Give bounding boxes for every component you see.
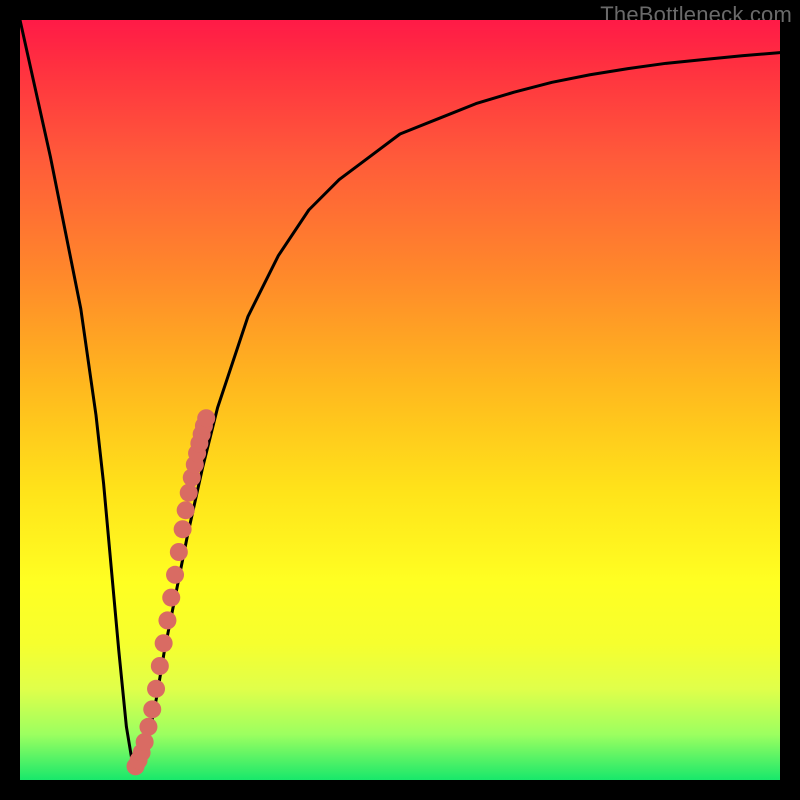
- highlight-dot: [151, 657, 169, 675]
- chart-svg: [20, 20, 780, 780]
- highlight-dot: [180, 484, 198, 502]
- highlight-dot: [158, 611, 176, 629]
- highlight-dot: [197, 409, 215, 427]
- highlight-dot: [147, 680, 165, 698]
- highlight-dot: [166, 566, 184, 584]
- highlight-dot: [170, 543, 188, 561]
- highlight-dot: [139, 718, 157, 736]
- bottleneck-curve: [20, 20, 780, 772]
- highlight-dots: [127, 409, 216, 775]
- highlight-dot: [143, 700, 161, 718]
- plot-area: [20, 20, 780, 780]
- highlight-dot: [177, 501, 195, 519]
- highlight-dot: [174, 520, 192, 538]
- highlight-dot: [155, 634, 173, 652]
- chart-frame: TheBottleneck.com: [0, 0, 800, 800]
- highlight-dot: [136, 733, 154, 751]
- highlight-dot: [162, 589, 180, 607]
